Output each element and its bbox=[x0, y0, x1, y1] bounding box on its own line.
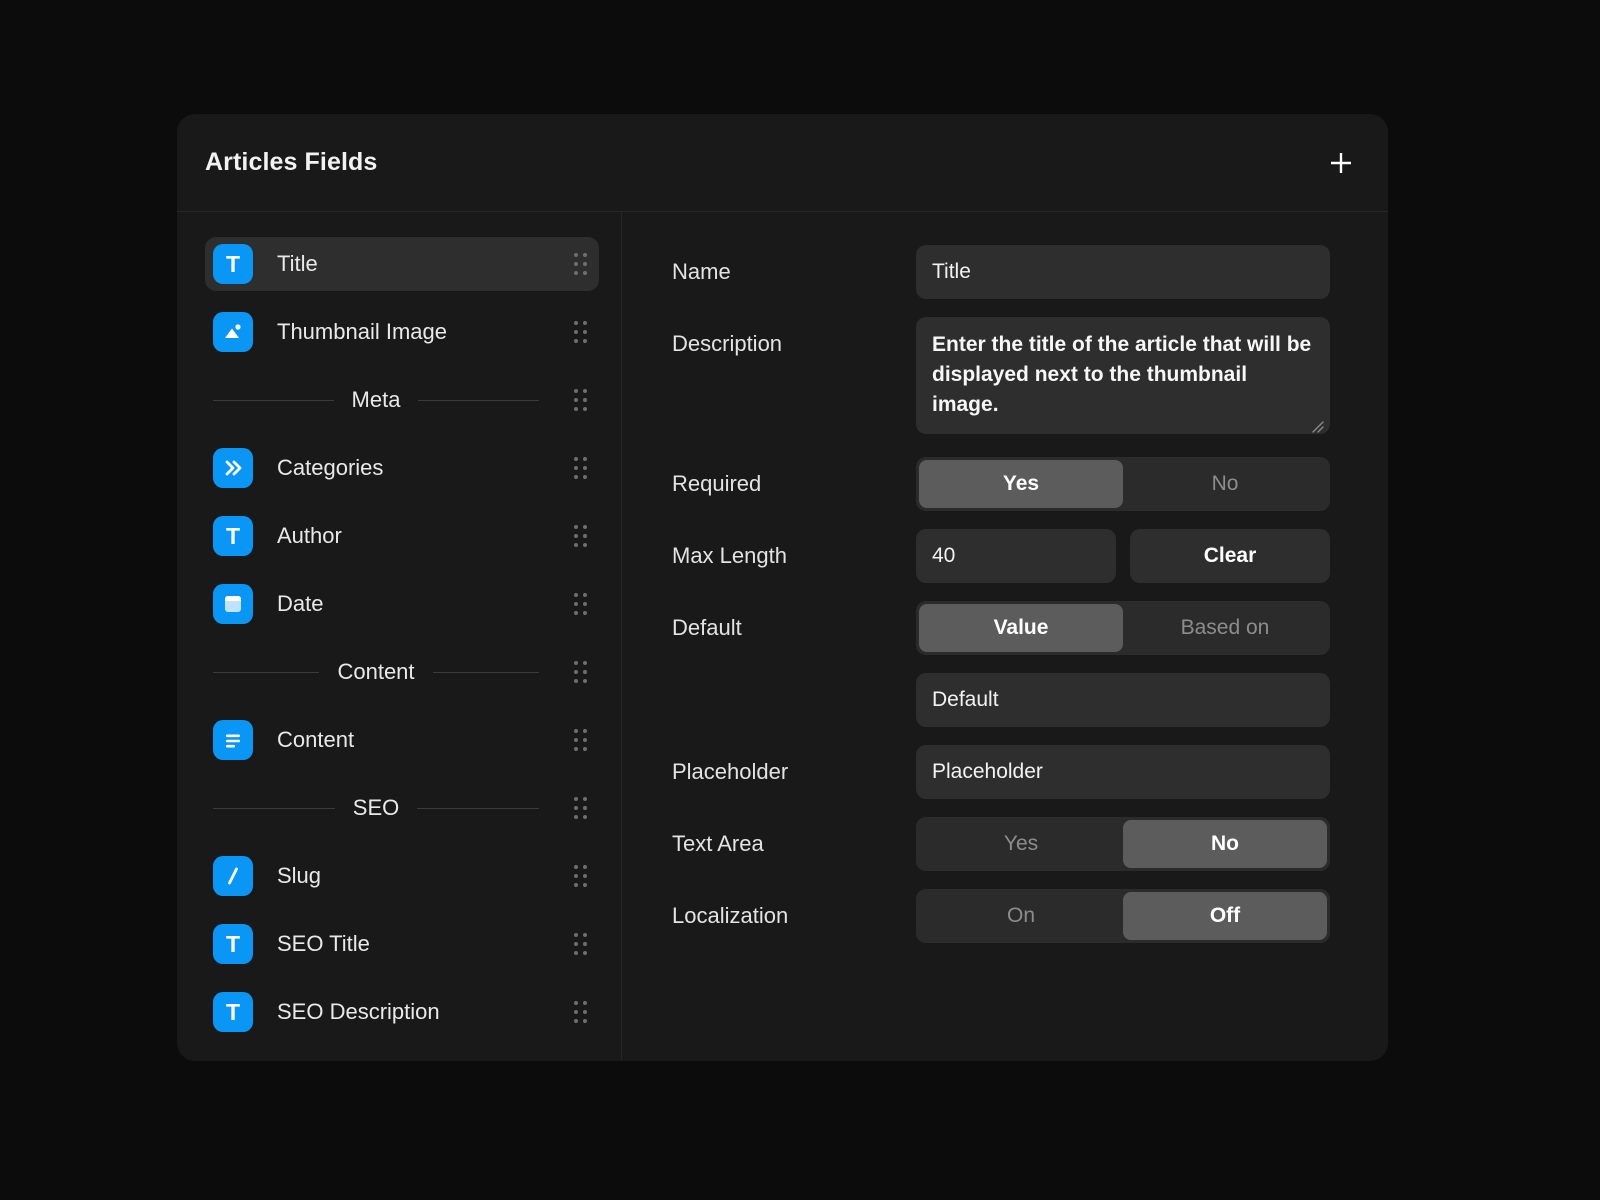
list-item-label: Title bbox=[277, 251, 318, 276]
form-row-required: Required Yes No bbox=[672, 457, 1330, 511]
name-label: Name bbox=[672, 259, 731, 284]
drag-dots-icon[interactable] bbox=[574, 865, 587, 887]
max-length-input[interactable] bbox=[916, 529, 1116, 583]
divider-line bbox=[213, 399, 334, 401]
required-option-yes[interactable]: Yes bbox=[919, 460, 1123, 508]
drag-dots-icon[interactable] bbox=[574, 457, 587, 479]
drag-dots-icon[interactable] bbox=[574, 321, 587, 343]
card-header: Articles Fields bbox=[177, 114, 1388, 212]
sidebar-item-title[interactable]: T Title bbox=[205, 237, 599, 291]
sidebar-item-author[interactable]: T Author bbox=[205, 509, 599, 563]
page-title: Articles Fields bbox=[205, 148, 378, 176]
list-item-label: Slug bbox=[277, 863, 322, 888]
list-item-label: Author bbox=[277, 523, 342, 548]
group-label: Content bbox=[337, 659, 415, 684]
description-label: Description bbox=[672, 331, 783, 356]
form-row-description: Description Enter the title of the artic… bbox=[672, 317, 1330, 439]
sidebar-item-categories[interactable]: Categories bbox=[205, 441, 599, 495]
default-option-value[interactable]: Value bbox=[919, 604, 1123, 652]
form-row-default-value bbox=[916, 673, 1330, 727]
required-label: Required bbox=[672, 471, 762, 496]
drag-dots-icon[interactable] bbox=[574, 253, 587, 275]
divider-line bbox=[418, 399, 540, 401]
text-icon-glyph: T bbox=[225, 250, 241, 277]
list-item-label: Categories bbox=[277, 455, 384, 480]
form-row-placeholder: Placeholder bbox=[672, 745, 1330, 799]
paragraph-icon bbox=[213, 720, 253, 760]
sidebar-item-content[interactable]: Content bbox=[205, 713, 599, 767]
drag-dots-icon[interactable] bbox=[574, 661, 587, 683]
image-icon bbox=[213, 312, 253, 352]
default-value-input[interactable] bbox=[916, 673, 1330, 727]
divider-line bbox=[417, 807, 539, 809]
text-icon-glyph: T bbox=[225, 930, 241, 957]
list-item-label: Date bbox=[277, 591, 324, 616]
localization-segmented-control: On Off bbox=[916, 889, 1330, 943]
slash-icon bbox=[213, 856, 253, 896]
text-icon: T bbox=[213, 516, 253, 556]
text-area-option-no[interactable]: No bbox=[1123, 820, 1327, 868]
text-area-option-yes[interactable]: Yes bbox=[919, 820, 1123, 868]
field-detail-pane: Name Description Enter the title of the … bbox=[622, 212, 1388, 1060]
default-label: Default bbox=[672, 615, 742, 640]
divider-line bbox=[432, 671, 539, 673]
drag-dots-icon[interactable] bbox=[574, 933, 587, 955]
list-item-label: Content bbox=[277, 727, 355, 752]
default-segmented-control: Value Based on bbox=[916, 601, 1330, 655]
app-root: Articles Fields T Title Thumbnail Image … bbox=[0, 0, 1600, 1200]
sidebar-item-date[interactable]: Date bbox=[205, 577, 599, 631]
drag-dots-icon[interactable] bbox=[574, 1001, 587, 1023]
drag-dots-icon[interactable] bbox=[574, 389, 587, 411]
group-label: Meta bbox=[351, 387, 401, 412]
drag-dots-icon[interactable] bbox=[574, 525, 587, 547]
name-input[interactable] bbox=[916, 245, 1330, 299]
placeholder-input[interactable] bbox=[916, 745, 1330, 799]
add-field-button[interactable] bbox=[1320, 142, 1362, 184]
drag-dots-icon[interactable] bbox=[574, 593, 587, 615]
text-icon-glyph: T bbox=[225, 522, 241, 549]
localization-label: Localization bbox=[672, 903, 789, 928]
text-icon-glyph: T bbox=[225, 998, 241, 1025]
localization-option-off[interactable]: Off bbox=[1123, 892, 1327, 940]
card-body: T Title Thumbnail Image Meta Categories … bbox=[177, 212, 1388, 1060]
drag-dots-icon[interactable] bbox=[574, 729, 587, 751]
clear-button[interactable]: Clear bbox=[1130, 529, 1330, 583]
group-divider-meta: Meta bbox=[205, 373, 599, 427]
description-textarea[interactable]: Enter the title of the article that will… bbox=[916, 317, 1330, 434]
required-option-no[interactable]: No bbox=[1123, 460, 1327, 508]
sidebar-item-seo-description[interactable]: T SEO Description bbox=[205, 985, 599, 1039]
text-icon: T bbox=[213, 244, 253, 284]
text-icon: T bbox=[213, 992, 253, 1032]
text-icon: T bbox=[213, 924, 253, 964]
sidebar-item-thumbnail-image[interactable]: Thumbnail Image bbox=[205, 305, 599, 359]
divider-line bbox=[213, 671, 320, 673]
default-option-based-on[interactable]: Based on bbox=[1123, 604, 1327, 652]
double-chevron-icon bbox=[213, 448, 253, 488]
list-item-label: Thumbnail Image bbox=[277, 319, 447, 344]
form-row-max-length: Max Length Clear bbox=[672, 529, 1330, 583]
max-length-label: Max Length bbox=[672, 543, 787, 568]
calendar-icon bbox=[213, 584, 253, 624]
text-area-label: Text Area bbox=[672, 831, 764, 856]
required-segmented-control: Yes No bbox=[916, 457, 1330, 511]
list-item-label: SEO Description bbox=[277, 999, 440, 1024]
text-area-segmented-control: Yes No bbox=[916, 817, 1330, 871]
form-row-name: Name bbox=[672, 245, 1330, 299]
fields-card: Articles Fields T Title Thumbnail Image … bbox=[177, 114, 1388, 1061]
plus-icon bbox=[1328, 150, 1354, 176]
form-row-localization: Localization On Off bbox=[672, 889, 1330, 943]
divider-line bbox=[213, 807, 335, 809]
sidebar-item-seo-title[interactable]: T SEO Title bbox=[205, 917, 599, 971]
fields-list-pane: T Title Thumbnail Image Meta Categories … bbox=[177, 212, 622, 1060]
form-row-text-area: Text Area Yes No bbox=[672, 817, 1330, 871]
localization-option-on[interactable]: On bbox=[919, 892, 1123, 940]
sidebar-item-slug[interactable]: Slug bbox=[205, 849, 599, 903]
list-item-label: SEO Title bbox=[277, 931, 370, 956]
form-row-default: Default Value Based on bbox=[672, 601, 1330, 655]
group-divider-content: Content bbox=[205, 645, 599, 699]
drag-dots-icon[interactable] bbox=[574, 797, 587, 819]
group-divider-seo: SEO bbox=[205, 781, 599, 835]
placeholder-label: Placeholder bbox=[672, 759, 789, 784]
group-label: SEO bbox=[352, 795, 400, 820]
